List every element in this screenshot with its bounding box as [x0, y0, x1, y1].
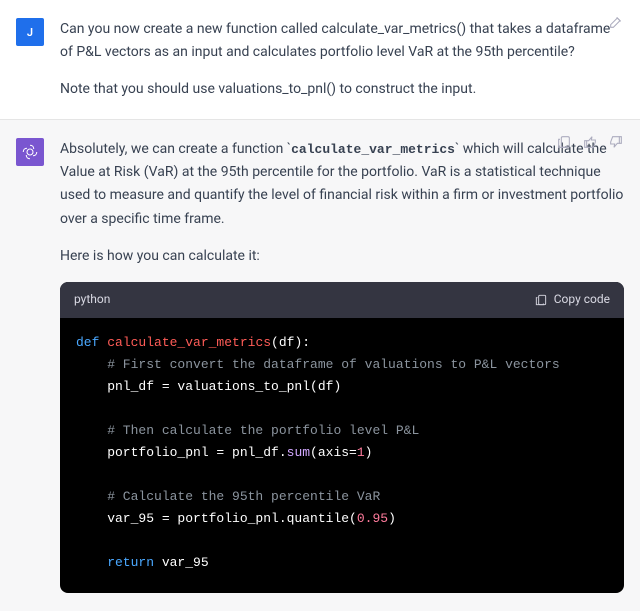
- text-run: Absolutely, we can create a function `: [60, 141, 291, 157]
- token-plain: var_95 = portfolio_pnl.quantile(: [76, 511, 357, 526]
- user-avatar-letter: J: [27, 26, 33, 39]
- token-comment: # Calculate the 95th percentile VaR: [76, 489, 380, 504]
- assistant-message: Absolutely, we can create a function `ca…: [0, 119, 640, 610]
- token-plain: ): [365, 445, 373, 460]
- copy-code-button[interactable]: Copy code: [534, 290, 610, 310]
- openai-icon: [21, 143, 39, 161]
- user-message-content: Can you now create a new function called…: [60, 18, 624, 101]
- user-message-actions: [608, 14, 624, 30]
- thumbs-up-icon[interactable]: [582, 134, 598, 150]
- user-avatar: J: [16, 18, 44, 46]
- token-number: 0.95: [357, 511, 388, 526]
- token-call: sum: [287, 445, 310, 460]
- token-plain: var_95: [154, 555, 209, 570]
- user-paragraph-1: Can you now create a new function called…: [60, 18, 624, 64]
- token-comment: # First convert the dataframe of valuati…: [76, 357, 560, 372]
- user-message: J Can you now create a new function call…: [0, 0, 640, 119]
- edit-icon[interactable]: [608, 14, 624, 30]
- token-plain: portfolio_pnl = pnl_df.: [76, 445, 287, 460]
- code-language-label: python: [74, 290, 110, 310]
- token-keyword: return: [76, 555, 154, 570]
- assistant-message-content: Absolutely, we can create a function `ca…: [60, 138, 624, 592]
- copy-code-label: Copy code: [554, 290, 610, 310]
- user-paragraph-2: Note that you should use valuations_to_p…: [60, 78, 624, 101]
- clipboard-icon: [534, 293, 548, 307]
- token-number: 1: [357, 445, 365, 460]
- token-plain: ): [388, 511, 396, 526]
- code-block: python Copy code def calculate_var_metri…: [60, 282, 624, 593]
- token-keyword: def: [76, 335, 107, 350]
- assistant-avatar: [16, 138, 44, 166]
- token-plain: (axis=: [310, 445, 357, 460]
- assistant-paragraph-1: Absolutely, we can create a function `ca…: [60, 138, 624, 230]
- token-comment: # Then calculate the portfolio level P&L: [76, 423, 419, 438]
- token-function: calculate_var_metrics: [107, 335, 271, 350]
- code-header: python Copy code: [60, 282, 624, 318]
- code-body: def calculate_var_metrics(df): # First c…: [60, 318, 624, 593]
- assistant-paragraph-2: Here is how you can calculate it:: [60, 245, 624, 268]
- token-plain: (df):: [271, 335, 310, 350]
- thumbs-down-icon[interactable]: [608, 134, 624, 150]
- copy-icon[interactable]: [556, 134, 572, 150]
- inline-code: calculate_var_metrics: [291, 142, 455, 157]
- token-plain: pnl_df = valuations_to_pnl(df): [76, 379, 341, 394]
- assistant-message-actions: [556, 134, 624, 150]
